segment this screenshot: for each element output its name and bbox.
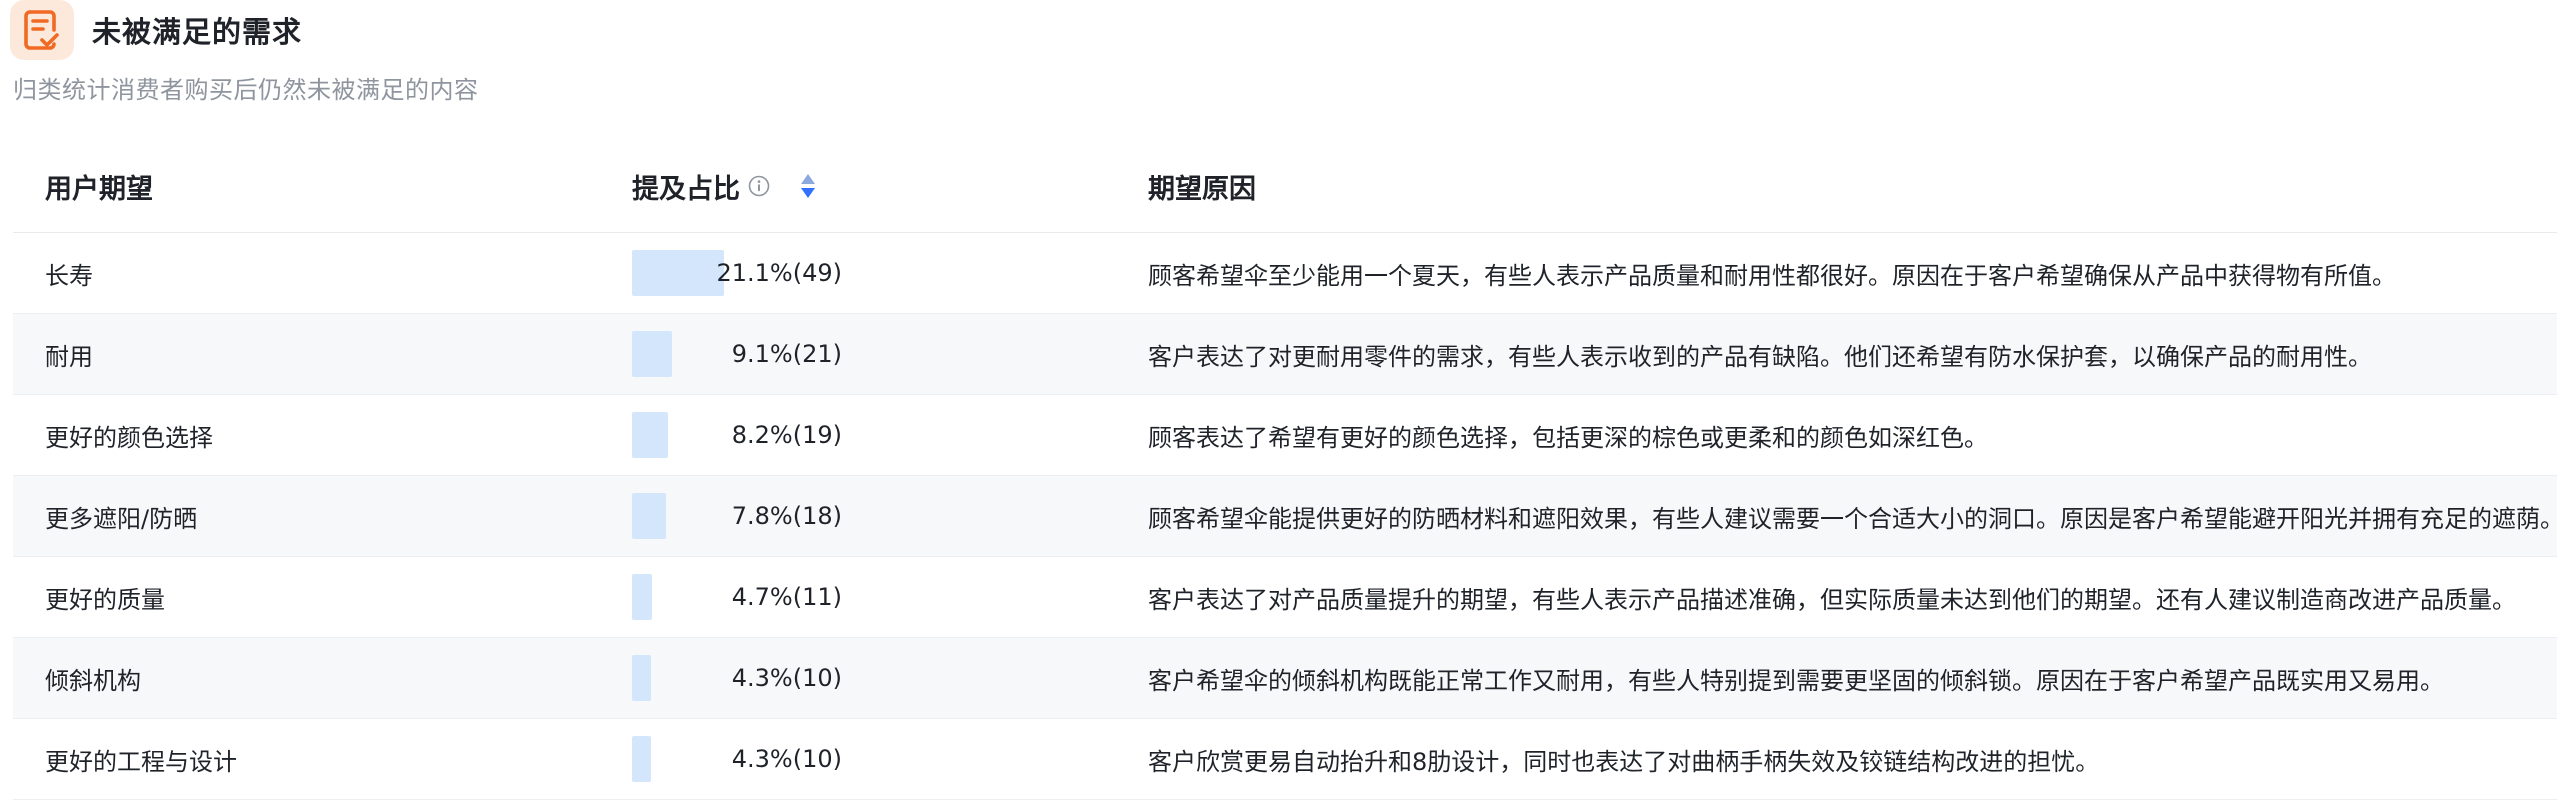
- document-check-icon: [10, 0, 74, 60]
- ratio-cell: 7.8%(18): [632, 476, 842, 556]
- expectation-cell: 长寿: [45, 261, 93, 290]
- ratio-value: 4.7%(11): [731, 583, 842, 611]
- ratio-value: 21.1%(49): [716, 259, 842, 287]
- expectation-cell: 更好的工程与设计: [45, 747, 237, 776]
- ratio-bar: [632, 331, 672, 377]
- column-header-ratio-label: 提及占比: [632, 173, 740, 205]
- table-row: 更好的工程与设计 4.3%(10) 客户欣赏更易自动抬升和8肋设计，同时也表达了对曲…: [13, 719, 2557, 800]
- expectation-cell: 更好的颜色选择: [45, 423, 213, 452]
- column-header-expectation-label: 用户期望: [45, 173, 153, 205]
- column-header-expectation: 用户期望: [45, 140, 153, 232]
- ratio-cell: 21.1%(49): [632, 233, 842, 313]
- ratio-bar: [632, 574, 652, 620]
- page-subtitle: 归类统计消费者购买后仍然未被满足的内容: [13, 76, 479, 104]
- table-row: 更好的颜色选择 8.2%(19) 顾客表达了希望有更好的颜色选择，包括更深的棕色或更…: [13, 395, 2557, 476]
- table-row: 更好的质量 4.7%(11) 客户表达了对产品质量提升的期望，有些人表示产品描述准确…: [13, 557, 2557, 638]
- ratio-value: 8.2%(19): [731, 421, 842, 449]
- ratio-bar: [632, 250, 724, 296]
- ratio-bar: [632, 655, 651, 701]
- reason-cell: 客户欣赏更易自动抬升和8肋设计，同时也表达了对曲柄手柄失效及铰链结构改进的担忧。: [1148, 747, 2100, 776]
- ratio-cell: 4.7%(11): [632, 557, 842, 637]
- column-header-reason: 期望原因: [1148, 140, 1256, 232]
- reason-cell: 顾客希望伞至少能用一个夏天，有些人表示产品质量和耐用性都很好。原因在于客户希望确…: [1148, 261, 2396, 290]
- reason-cell: 顾客表达了希望有更好的颜色选择，包括更深的棕色或更柔和的颜色如深红色。: [1148, 423, 1988, 452]
- reason-cell: 顾客希望伞能提供更好的防晒材料和遮阳效果，有些人建议需要一个合适大小的洞口。原因…: [1148, 504, 2557, 533]
- table-row: 长寿 21.1%(49) 顾客希望伞至少能用一个夏天，有些人表示产品质量和耐用性都很…: [13, 233, 2557, 314]
- table-header: 用户期望 提及占比 期望原因: [13, 140, 2557, 233]
- column-header-reason-label: 期望原因: [1148, 173, 1256, 205]
- ratio-bar: [632, 412, 668, 458]
- ratio-value: 4.3%(10): [731, 745, 842, 773]
- expectation-cell: 更多遮阳/防晒: [45, 504, 198, 533]
- sort-icon[interactable]: [800, 173, 816, 199]
- ratio-value: 9.1%(21): [731, 340, 842, 368]
- reason-cell: 客户表达了对产品质量提升的期望，有些人表示产品描述准确，但实际质量未达到他们的期…: [1148, 585, 2516, 614]
- ratio-cell: 4.3%(10): [632, 638, 842, 718]
- expectation-cell: 耐用: [45, 342, 93, 371]
- table-body: 长寿 21.1%(49) 顾客希望伞至少能用一个夏天，有些人表示产品质量和耐用性都很…: [13, 233, 2557, 800]
- reason-cell: 客户表达了对更耐用零件的需求，有些人表示收到的产品有缺陷。他们还希望有防水保护套…: [1148, 342, 2372, 371]
- ratio-cell: 4.3%(10): [632, 719, 842, 799]
- page-title: 未被满足的需求: [92, 15, 303, 49]
- table-row: 倾斜机构 4.3%(10) 客户希望伞的倾斜机构既能正常工作又耐用，有些人特别提到需…: [13, 638, 2557, 719]
- info-icon[interactable]: [748, 175, 770, 197]
- expectation-cell: 倾斜机构: [45, 666, 141, 695]
- ratio-bar: [632, 493, 666, 539]
- ratio-cell: 9.1%(21): [632, 314, 842, 394]
- expectation-cell: 更好的质量: [45, 585, 165, 614]
- ratio-value: 4.3%(10): [731, 664, 842, 692]
- reason-cell: 客户希望伞的倾斜机构既能正常工作又耐用，有些人特别提到需要更坚固的倾斜锁。原因在…: [1148, 666, 2444, 695]
- section-header: 未被满足的需求: [8, 0, 302, 60]
- column-header-ratio[interactable]: 提及占比: [632, 140, 816, 232]
- ratio-value: 7.8%(18): [731, 502, 842, 530]
- needs-table: 用户期望 提及占比 期望原因 长寿 21.1%(49) 顾客希望伞至少能用一个夏天: [13, 140, 2557, 800]
- ratio-bar: [632, 736, 651, 782]
- ratio-cell: 8.2%(19): [632, 395, 842, 475]
- table-row: 耐用 9.1%(21) 客户表达了对更耐用零件的需求，有些人表示收到的产品有缺陷。他…: [13, 314, 2557, 395]
- table-row: 更多遮阳/防晒 7.8%(18) 顾客希望伞能提供更好的防晒材料和遮阳效果，有些人建…: [13, 476, 2557, 557]
